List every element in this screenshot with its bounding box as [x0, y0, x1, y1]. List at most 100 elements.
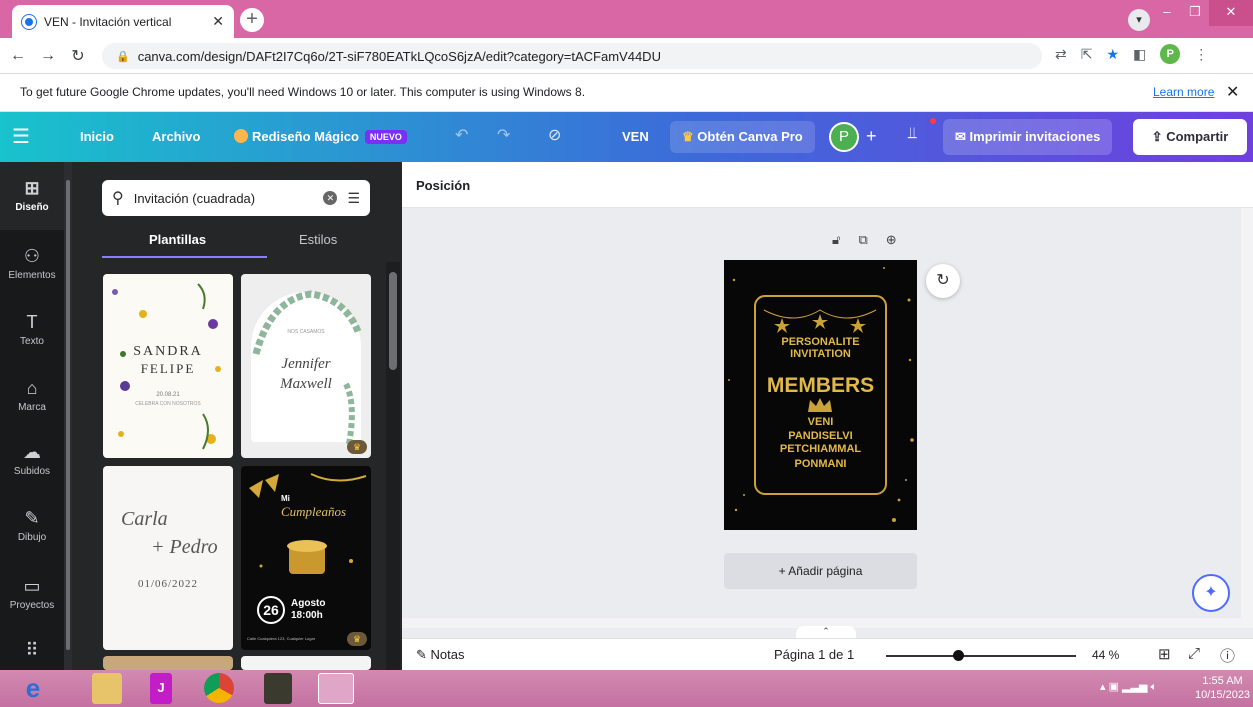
zoom-slider-track[interactable]	[886, 655, 1076, 657]
canva-favicon-icon	[22, 14, 36, 29]
clear-search-icon[interactable]: ✕	[323, 191, 338, 205]
add-page-button[interactable]: + Añadir página	[724, 553, 917, 589]
translate-icon[interactable]: ⇄	[1055, 46, 1067, 63]
help-icon[interactable]: ⓘ	[1220, 645, 1235, 666]
home-button[interactable]: Inicio	[80, 129, 114, 144]
infobar-close-icon[interactable]: ✕	[1226, 82, 1239, 102]
profile-avatar[interactable]: P	[1160, 44, 1181, 64]
template-card[interactable]: SANDRA FELIPE 20.08.21 CELEBRA CON NOSOT…	[103, 274, 233, 458]
add-collaborator-icon[interactable]: +	[866, 126, 877, 147]
rail-label: Dibujo	[17, 532, 47, 543]
tab-styles[interactable]: Estilos	[299, 232, 337, 247]
file-menu-button[interactable]: Archivo	[152, 129, 200, 144]
design-name-4[interactable]: PONMANI	[724, 458, 917, 470]
close-tab-icon[interactable]: ✕	[212, 13, 224, 30]
system-tray-icons[interactable]: ▴ ▣ ▂▃▅ 🔈︎	[1100, 680, 1157, 694]
add-page-icon[interactable]: ⊕	[886, 232, 897, 248]
rail-item-design[interactable]: ⊞ Diseño	[0, 162, 64, 230]
minimize-icon[interactable]: –	[1153, 0, 1181, 26]
magic-assistant-icon[interactable]: ✦	[1192, 574, 1230, 612]
zoom-level[interactable]: 44 %	[1092, 648, 1119, 662]
side-panel-icon[interactable]: ◧	[1133, 46, 1146, 63]
vertical-scrollbar[interactable]	[1241, 208, 1253, 618]
forward-icon[interactable]: →	[36, 47, 60, 65]
share-upload-icon: ⇪	[1151, 129, 1163, 144]
close-window-icon[interactable]: ✕	[1209, 0, 1253, 26]
template-card[interactable]: NOS CASAMOS Jennifer Maxwell ♛	[241, 274, 371, 458]
lock-icon[interactable]: 🔒	[116, 50, 130, 63]
rail-label: Elementos	[8, 270, 56, 281]
back-icon[interactable]: ←	[6, 47, 30, 65]
fullscreen-icon[interactable]: ⤢	[1188, 645, 1200, 662]
rail-item-apps[interactable]: ⠿	[0, 640, 64, 664]
menu-kebab-icon[interactable]: ⋮	[1194, 46, 1208, 63]
browser-tab-bar: VEN - Invitación vertical ✕ + ▾ – ❐ ✕	[0, 0, 1253, 38]
filter-icon[interactable]: ☰	[347, 190, 360, 207]
share-button[interactable]: ⇪ Compartir	[1133, 119, 1247, 155]
app-window-icon[interactable]	[264, 673, 292, 704]
restore-icon[interactable]: ❐	[1181, 0, 1209, 26]
tab-search-button[interactable]: ▾	[1128, 9, 1150, 31]
canva-toolbar: ☰ Inicio Archivo Rediseño Mágico NUEVO ↶ …	[0, 112, 1253, 162]
chrome-profile-icon[interactable]	[318, 673, 354, 704]
reload-icon[interactable]: ↻	[66, 46, 90, 66]
magic-redesign-button[interactable]: Rediseño Mágico NUEVO	[234, 129, 407, 144]
url-text[interactable]: canva.com/design/DAFt2I7Cq6o/2T-siF780EA…	[138, 49, 661, 64]
design-heading[interactable]: MEMBERS	[724, 374, 917, 398]
design-name-2[interactable]: PANDISELVI	[724, 430, 917, 442]
zoom-slider-handle[interactable]	[953, 650, 964, 661]
j-app-icon[interactable]: J	[150, 673, 172, 704]
clock[interactable]: 1:55 AM 10/15/2023	[1195, 674, 1250, 702]
notes-button[interactable]: ✎ Notas	[416, 647, 465, 663]
upload-cloud-icon: ☁	[23, 442, 41, 462]
hamburger-menu-icon[interactable]: ☰	[12, 124, 30, 149]
template-card[interactable]: Carla + Pedro 01/06/2022	[103, 466, 233, 650]
template-search-input[interactable]: ⚲ Invitación (cuadrada) ✕ ☰	[102, 180, 370, 216]
template-card[interactable]	[103, 656, 233, 670]
design-line1[interactable]: PERSONALITE	[724, 336, 917, 348]
rail-item-uploads[interactable]: ☁ Subidos	[0, 442, 64, 477]
learn-more-link[interactable]: Learn more	[1153, 85, 1214, 99]
omnibox[interactable]: 🔒 canva.com/design/DAFt2I7Cq6o/2T-siF780…	[102, 43, 1042, 69]
page-indicator[interactable]: Página 1 de 1	[774, 647, 854, 662]
grid-view-icon[interactable]: ⊞	[1158, 645, 1171, 663]
design-page[interactable]: PERSONALITE INVITATION MEMBERS VENI PAND…	[724, 260, 917, 530]
ie-icon[interactable]: e	[14, 673, 52, 704]
template-card[interactable]: Mi Cumpleaños 26 Agosto 18:00h Calle Cua…	[241, 466, 371, 650]
design-line2[interactable]: INVITATION	[724, 348, 917, 360]
insights-chart-icon[interactable]: ⫫	[908, 125, 917, 143]
design-name-1[interactable]: VENI	[724, 416, 917, 428]
share-page-icon[interactable]: ⇱	[1081, 46, 1093, 63]
print-invitations-button[interactable]: ✉ Imprimir invitaciones	[943, 119, 1113, 155]
tab-templates[interactable]: Plantillas	[149, 232, 206, 247]
panel-scrollbar[interactable]	[386, 262, 400, 670]
get-canva-pro-button[interactable]: ♛ Obtén Canva Pro	[670, 121, 815, 153]
templates-panel: ⚲ Invitación (cuadrada) ✕ ☰ Plantillas E…	[72, 162, 402, 670]
cloud-saved-icon[interactable]: ⊘	[548, 125, 561, 145]
redo-icon[interactable]: ↷	[497, 125, 510, 145]
editor-footer: ✎ Notas Página 1 de 1 44 % ⊞ ⤢ ⓘ	[402, 638, 1253, 670]
lock-page-icon[interactable]: 🔓︎	[832, 232, 840, 248]
browser-tab[interactable]: VEN - Invitación vertical ✕	[12, 5, 234, 38]
file-explorer-icon[interactable]	[92, 673, 122, 704]
duplicate-page-icon[interactable]: ⧉	[858, 232, 867, 248]
rail-scrollbar[interactable]	[64, 162, 72, 670]
refresh-design-icon[interactable]: ↻	[926, 264, 960, 298]
design-name[interactable]: VEN	[622, 129, 649, 144]
tab-title: VEN - Invitación vertical	[44, 14, 172, 29]
rail-item-draw[interactable]: ✎ Dibujo	[0, 508, 64, 543]
rail-label: Diseño	[15, 202, 49, 213]
bookmark-star-icon[interactable]: ★	[1106, 46, 1119, 63]
rail-item-elements[interactable]: ⚇ Elementos	[0, 246, 64, 281]
new-tab-button[interactable]: +	[240, 8, 264, 32]
search-value[interactable]: Invitación (cuadrada)	[134, 191, 314, 206]
chrome-icon[interactable]	[204, 673, 234, 703]
design-name-3[interactable]: PETCHIAMMAL	[724, 443, 917, 455]
rail-item-brand[interactable]: ⌂ Marca	[0, 378, 64, 413]
undo-icon[interactable]: ↶	[455, 125, 468, 145]
user-avatar[interactable]: P	[829, 122, 859, 152]
rail-item-projects[interactable]: ▭ Proyectos	[0, 576, 64, 611]
position-button[interactable]: Posición	[416, 178, 470, 193]
template-card[interactable]	[241, 656, 371, 670]
rail-item-text[interactable]: T Texto	[0, 312, 64, 347]
